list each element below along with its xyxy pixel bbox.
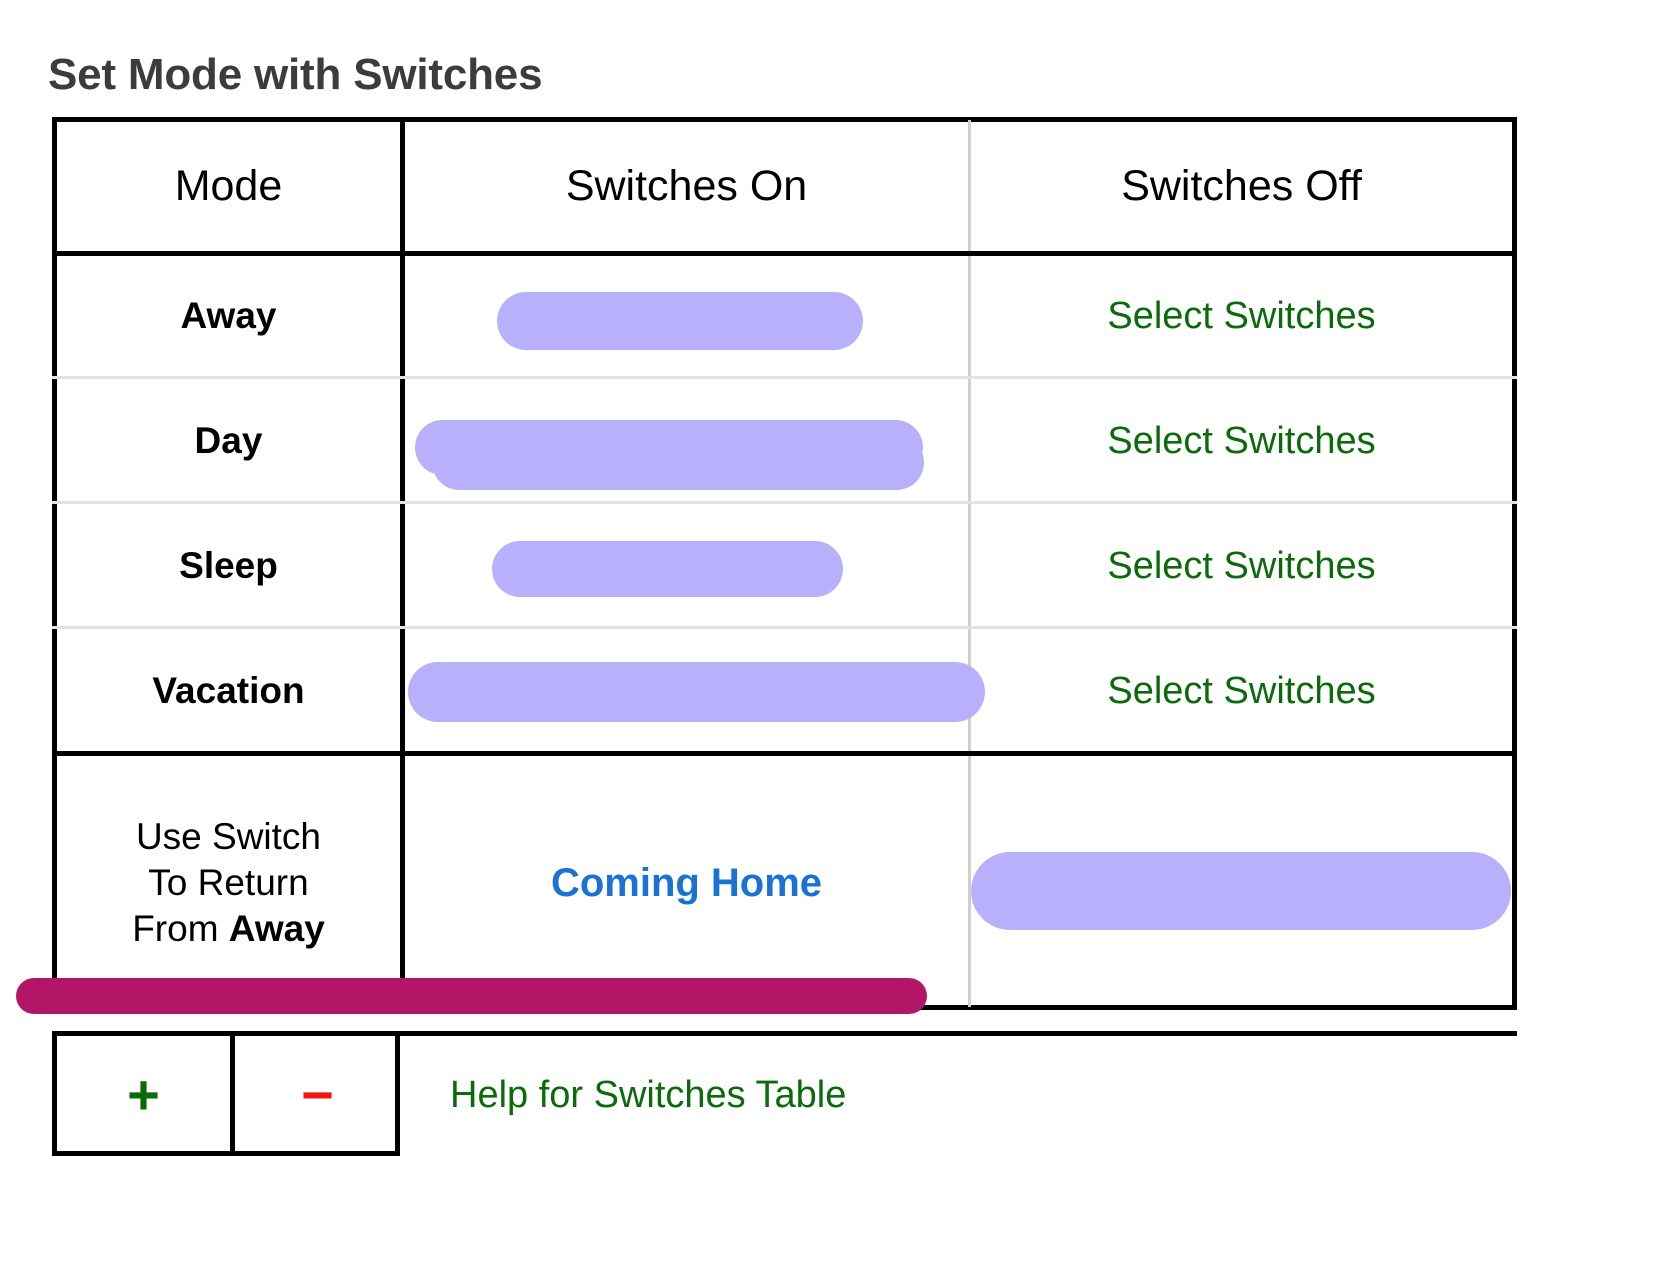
return-label-mode-away: Away bbox=[228, 907, 325, 949]
switches-on-cell-sleep[interactable] bbox=[405, 506, 968, 626]
return-from-away-label: Use Switch To Return From Away bbox=[132, 814, 325, 952]
return-label-line-2: To Return bbox=[148, 862, 309, 904]
switches-on-cell-vacation[interactable] bbox=[405, 631, 968, 751]
help-for-switches-table-link[interactable]: Help for Switches Table bbox=[450, 1034, 846, 1156]
select-switches-link[interactable]: Select Switches bbox=[1107, 545, 1375, 588]
mode-label-vacation: Vacation bbox=[152, 670, 305, 711]
header-label-switches-off: Switches Off bbox=[1121, 162, 1362, 210]
table-row-mode-sleep: Sleep bbox=[57, 506, 400, 626]
return-label-line-3: From Away bbox=[132, 906, 325, 952]
header-cell-mode: Mode bbox=[57, 122, 400, 251]
return-label-line-1: Use Switch bbox=[135, 816, 322, 858]
return-from-away-label-cell: Use Switch To Return From Away bbox=[57, 756, 400, 1010]
mode-label-sleep: Sleep bbox=[179, 545, 278, 586]
row-divider-1 bbox=[52, 376, 1517, 379]
mode-label-day: Day bbox=[194, 420, 263, 461]
switches-table-page: Set Mode with Switches Mode Switches On … bbox=[0, 0, 1676, 1274]
remove-row-button[interactable]: − bbox=[235, 1034, 400, 1156]
coming-home-cell[interactable]: Coming Home bbox=[405, 756, 968, 1010]
header-cell-switches-off: Switches Off bbox=[971, 122, 1512, 251]
header-label-switches-on: Switches On bbox=[565, 162, 808, 210]
page-title: Set Mode with Switches bbox=[48, 50, 543, 99]
header-label-mode: Mode bbox=[174, 162, 283, 210]
table-row-mode-vacation: Vacation bbox=[57, 631, 400, 751]
row-divider-3 bbox=[52, 626, 1517, 629]
select-switches-off-vacation[interactable]: Select Switches bbox=[971, 631, 1512, 751]
add-row-button[interactable]: + bbox=[57, 1034, 230, 1156]
select-switches-link[interactable]: Select Switches bbox=[1107, 670, 1375, 713]
select-switches-off-sleep[interactable]: Select Switches bbox=[971, 506, 1512, 626]
coming-home-link[interactable]: Coming Home bbox=[551, 861, 822, 906]
return-switches-off-cell[interactable] bbox=[971, 756, 1512, 1010]
select-switches-off-day[interactable]: Select Switches bbox=[971, 381, 1512, 501]
return-label-prefix: From bbox=[132, 907, 229, 949]
row-divider-2 bbox=[52, 501, 1517, 504]
switches-on-cell-day[interactable] bbox=[405, 381, 968, 501]
header-cell-switches-on: Switches On bbox=[405, 122, 968, 251]
mode-label-away: Away bbox=[180, 295, 277, 336]
table-row-mode-away: Away bbox=[57, 256, 400, 376]
select-switches-link[interactable]: Select Switches bbox=[1107, 420, 1375, 463]
select-switches-off-away[interactable]: Select Switches bbox=[971, 256, 1512, 376]
table-row-mode-day: Day bbox=[57, 381, 400, 501]
switches-on-cell-away[interactable] bbox=[405, 256, 968, 376]
select-switches-link[interactable]: Select Switches bbox=[1107, 295, 1375, 338]
